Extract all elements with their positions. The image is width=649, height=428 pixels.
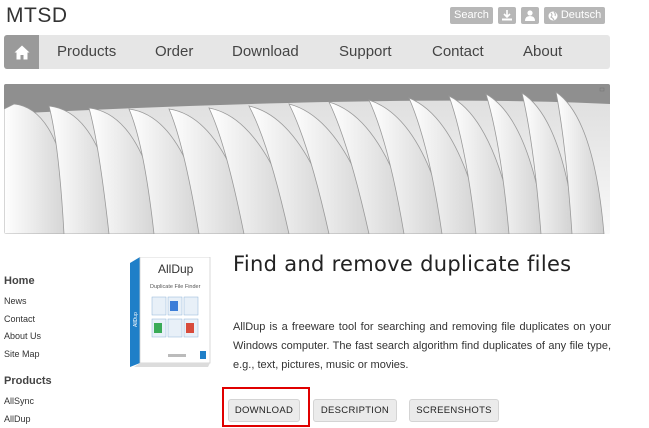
user-icon[interactable]: [521, 7, 539, 24]
home-icon: [14, 45, 30, 60]
language-button[interactable]: Deutsch: [544, 7, 605, 24]
site-logo[interactable]: MTSD: [6, 4, 68, 28]
sidebar: Home News Contact About Us Site Map Prod…: [4, 275, 114, 428]
nav-item-download[interactable]: Download: [232, 35, 299, 69]
product-box-side-text: AllDup: [133, 312, 139, 327]
sidebar-item-about-us[interactable]: About Us: [4, 328, 114, 346]
sidebar-heading-home[interactable]: Home: [4, 275, 114, 287]
sidebar-item-site-map[interactable]: Site Map: [4, 346, 114, 364]
sidebar-heading-products[interactable]: Products: [4, 375, 114, 387]
nav-item-contact[interactable]: Contact: [432, 35, 484, 69]
page-title: Find and remove duplicate files: [233, 253, 613, 276]
description-button[interactable]: DESCRIPTION: [313, 399, 397, 422]
top-actions: Search Deutsch: [450, 7, 605, 24]
product-box-subtitle: Duplicate File Finder: [150, 284, 201, 290]
hero-banner-image: [4, 84, 610, 234]
nav-item-order[interactable]: Order: [155, 35, 193, 69]
sidebar-item-alldup[interactable]: AllDup: [4, 411, 114, 428]
download-highlight-box: [222, 387, 310, 427]
language-label: Deutsch: [561, 7, 601, 24]
screenshots-button[interactable]: SCREENSHOTS: [409, 399, 499, 422]
nav-item-about[interactable]: About: [523, 35, 562, 69]
sidebar-item-contact[interactable]: Contact: [4, 311, 114, 329]
globe-icon: [548, 11, 558, 21]
search-button[interactable]: Search: [450, 7, 493, 24]
sidebar-item-allsync[interactable]: AllSync: [4, 393, 114, 411]
nav-item-products[interactable]: Products: [57, 35, 116, 69]
home-button[interactable]: [4, 35, 39, 69]
product-description: AllDup is a freeware tool for searching …: [233, 318, 611, 375]
download-icon[interactable]: [498, 7, 516, 24]
product-box-brand: AllDup: [158, 262, 194, 276]
product-box-image: AllDup Duplicate File Finder AllDup: [130, 257, 214, 369]
nav-item-support[interactable]: Support: [339, 35, 392, 69]
sidebar-item-news[interactable]: News: [4, 293, 114, 311]
main-nav: Products Order Download Support Contact …: [4, 35, 610, 69]
